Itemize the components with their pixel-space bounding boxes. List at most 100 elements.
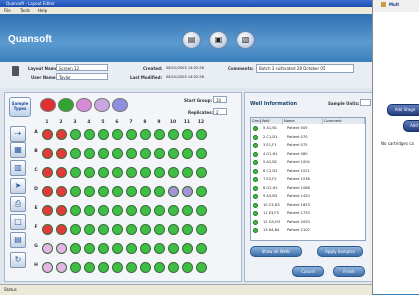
book-button[interactable]: ▤ bbox=[182, 31, 201, 49]
well-D9[interactable] bbox=[154, 186, 165, 197]
comments-field[interactable]: Batch 3 cultivated 28 October 05 bbox=[256, 64, 354, 73]
well-H2[interactable] bbox=[56, 262, 67, 273]
table-row[interactable]: 9 A3,B3 Patient 1420 bbox=[251, 193, 365, 200]
well-E7[interactable] bbox=[126, 205, 137, 216]
well-H10[interactable] bbox=[168, 262, 179, 273]
well-H6[interactable] bbox=[112, 262, 123, 273]
start-group-field[interactable]: 10 bbox=[213, 96, 227, 103]
well-B9[interactable] bbox=[154, 148, 165, 159]
well-G3[interactable] bbox=[70, 243, 81, 254]
apply-samples-button[interactable]: Apply Samples bbox=[317, 246, 363, 257]
well-A8[interactable] bbox=[140, 129, 151, 140]
well-E12[interactable] bbox=[196, 205, 207, 216]
well-D10[interactable] bbox=[168, 186, 179, 197]
sample-type-chip-red[interactable] bbox=[40, 98, 56, 112]
well-A10[interactable] bbox=[168, 129, 179, 140]
table-row[interactable]: 3 E1,F1 Patient 075 bbox=[251, 142, 365, 149]
well-D3[interactable] bbox=[70, 186, 81, 197]
well-G5[interactable] bbox=[98, 243, 109, 254]
well-G2[interactable] bbox=[56, 243, 67, 254]
well-E8[interactable] bbox=[140, 205, 151, 216]
table-row[interactable]: 6 C2,D2 Patient 1021 bbox=[251, 168, 365, 175]
sample-types-button[interactable]: Sample Types bbox=[9, 97, 31, 117]
sample-type-chip-lilac[interactable] bbox=[94, 98, 110, 112]
table-row[interactable]: 11 E3,F3 Patient 1753 bbox=[251, 210, 365, 217]
well-B4[interactable] bbox=[84, 148, 95, 159]
well-H12[interactable] bbox=[196, 262, 207, 273]
well-H3[interactable] bbox=[70, 262, 81, 273]
well-A12[interactable] bbox=[196, 129, 207, 140]
well-G9[interactable] bbox=[154, 243, 165, 254]
well-E3[interactable] bbox=[70, 205, 81, 216]
well-F5[interactable] bbox=[98, 224, 109, 235]
well-F12[interactable] bbox=[196, 224, 207, 235]
well-D11[interactable] bbox=[182, 186, 193, 197]
well-A2[interactable] bbox=[56, 129, 67, 140]
well-C3[interactable] bbox=[70, 167, 81, 178]
layout-name-field[interactable]: Screen 12 bbox=[56, 64, 108, 71]
well-H1[interactable] bbox=[42, 262, 53, 273]
well-F7[interactable] bbox=[126, 224, 137, 235]
tool-button-8[interactable]: ↻ bbox=[10, 252, 26, 268]
well-E5[interactable] bbox=[98, 205, 109, 216]
show-all-wells-button[interactable]: Show all Wells bbox=[250, 246, 302, 257]
well-D1[interactable] bbox=[42, 186, 53, 197]
well-C9[interactable] bbox=[154, 167, 165, 178]
table-row[interactable]: 13 A4,B4 Patient 2102 bbox=[251, 227, 365, 234]
well-H4[interactable] bbox=[84, 262, 95, 273]
well-C5[interactable] bbox=[98, 167, 109, 178]
add-stage-button[interactable]: Add Stage bbox=[387, 104, 419, 116]
finish-button[interactable]: Finish bbox=[333, 266, 365, 277]
well-B8[interactable] bbox=[140, 148, 151, 159]
well-H7[interactable] bbox=[126, 262, 137, 273]
table-row[interactable]: 4 G1,H1 Patient 080 bbox=[251, 151, 365, 158]
well-G4[interactable] bbox=[84, 243, 95, 254]
well-B12[interactable] bbox=[196, 148, 207, 159]
menu-tools[interactable]: Tools bbox=[20, 7, 30, 14]
well-F6[interactable] bbox=[112, 224, 123, 235]
add-button[interactable]: Add bbox=[403, 120, 419, 132]
menu-help[interactable]: Help bbox=[38, 7, 47, 14]
well-B11[interactable] bbox=[182, 148, 193, 159]
tool-button-1[interactable]: ⇢ bbox=[10, 126, 26, 142]
table-row[interactable]: 10 C3,D3 Patient 1653 bbox=[251, 202, 365, 209]
well-C2[interactable] bbox=[56, 167, 67, 178]
well-F3[interactable] bbox=[70, 224, 81, 235]
table-row[interactable]: 8 G2,H2 Patient 1086 bbox=[251, 185, 365, 192]
well-F11[interactable] bbox=[182, 224, 193, 235]
well-B1[interactable] bbox=[42, 148, 53, 159]
table-row[interactable]: 2 C1,D1 Patient 070 bbox=[251, 134, 365, 141]
well-G12[interactable] bbox=[196, 243, 207, 254]
well-B7[interactable] bbox=[126, 148, 137, 159]
well-A5[interactable] bbox=[98, 129, 109, 140]
well-C10[interactable] bbox=[168, 167, 179, 178]
table-row[interactable]: 5 A2,B2 Patient 1004 bbox=[251, 159, 365, 166]
well-F8[interactable] bbox=[140, 224, 151, 235]
well-A7[interactable] bbox=[126, 129, 137, 140]
replicates-field[interactable]: 2 bbox=[213, 108, 227, 115]
well-F10[interactable] bbox=[168, 224, 179, 235]
well-B5[interactable] bbox=[98, 148, 109, 159]
col-comment-header[interactable]: Comment bbox=[323, 118, 365, 124]
user-name-field[interactable]: Taylor bbox=[56, 73, 108, 80]
open-folder-button[interactable]: ▧ bbox=[236, 31, 255, 49]
well-A9[interactable] bbox=[154, 129, 165, 140]
well-F9[interactable] bbox=[154, 224, 165, 235]
well-F1[interactable] bbox=[42, 224, 53, 235]
well-C1[interactable] bbox=[42, 167, 53, 178]
well-A3[interactable] bbox=[70, 129, 81, 140]
well-C11[interactable] bbox=[182, 167, 193, 178]
well-D6[interactable] bbox=[112, 186, 123, 197]
well-G11[interactable] bbox=[182, 243, 193, 254]
col-name-header[interactable]: Name bbox=[283, 118, 323, 124]
sample-units-select[interactable] bbox=[360, 99, 371, 106]
well-D8[interactable] bbox=[140, 186, 151, 197]
well-D2[interactable] bbox=[56, 186, 67, 197]
well-H9[interactable] bbox=[154, 262, 165, 273]
col-group-header[interactable]: Group bbox=[251, 118, 263, 124]
well-E10[interactable] bbox=[168, 205, 179, 216]
well-H5[interactable] bbox=[98, 262, 109, 273]
sample-type-chip-green[interactable] bbox=[58, 98, 74, 112]
tool-button-3[interactable]: ▥ bbox=[10, 160, 26, 176]
tool-button-4[interactable]: ➤ bbox=[10, 178, 26, 194]
